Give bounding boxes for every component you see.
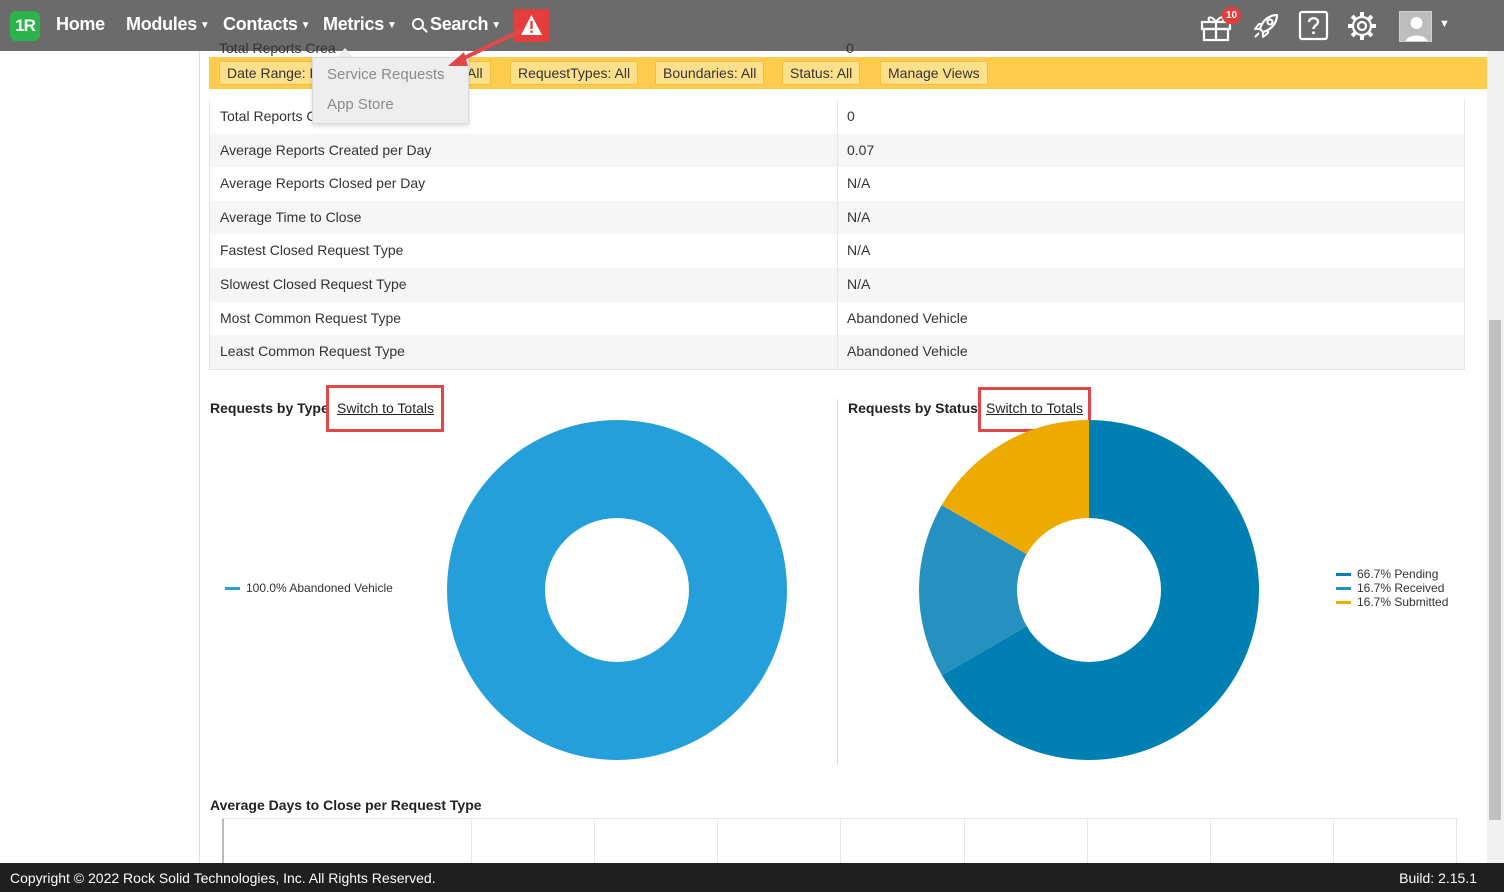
table-row: Slowest Closed Request Type N/A xyxy=(210,267,1464,302)
stat-value: Abandoned Vehicle xyxy=(847,309,968,326)
stat-value: Abandoned Vehicle xyxy=(847,343,968,360)
grid-line xyxy=(594,819,595,864)
avg-days-title: Average Days to Close per Request Type xyxy=(210,797,482,813)
stat-value-cut: 0 xyxy=(846,40,854,56)
chevron-down-icon: ▼ xyxy=(386,20,397,31)
table-row: Least Common Request Type Abandoned Vehic… xyxy=(210,335,1464,369)
legend-label: 16.7% Submitted xyxy=(1357,595,1449,609)
table-row: Average Time to Close N/A xyxy=(210,200,1464,235)
legend-item: 16.7% Received xyxy=(1336,581,1444,595)
stat-label: Slowest Closed Request Type xyxy=(210,267,838,302)
donut-hole xyxy=(1017,518,1161,662)
legend-swatch xyxy=(1336,586,1351,590)
filter-status[interactable]: Status: All xyxy=(782,61,861,85)
nav-metrics-label: Metrics xyxy=(323,14,384,34)
grid-line xyxy=(964,819,965,864)
legend-label: 100.0% Abandoned Vehicle xyxy=(246,581,393,595)
table-row: Most Common Request Type Abandoned Vehicl… xyxy=(210,301,1464,336)
search-icon xyxy=(412,18,424,30)
table-row: Average Reports Created per Day 0.07 xyxy=(210,133,1464,168)
gear-icon xyxy=(1348,12,1376,40)
avatar[interactable] xyxy=(1399,11,1432,42)
chevron-down-icon: ▼ xyxy=(300,20,311,31)
table-row: Fastest Closed Request Type N/A xyxy=(210,234,1464,268)
stat-value: 0 xyxy=(847,108,855,124)
panel-divider xyxy=(837,399,838,765)
nav-modules[interactable]: Modules ▼ xyxy=(126,14,210,35)
copyright-text: Copyright © 2022 Rock Solid Technologies… xyxy=(10,870,436,886)
chart-requests-by-status xyxy=(919,420,1259,760)
build-version: Build: 2.15.1 xyxy=(1399,870,1477,886)
highlight-box xyxy=(326,385,444,432)
stat-label: Average Time to Close xyxy=(210,200,838,235)
stat-value: N/A xyxy=(847,208,871,225)
grid-line xyxy=(717,819,718,864)
legend-swatch xyxy=(1336,600,1351,604)
legend-swatch xyxy=(1336,572,1351,576)
notification-badge: 10 xyxy=(1222,7,1241,24)
nav-modules-label: Modules xyxy=(126,14,197,34)
legend-label: 66.7% Pending xyxy=(1357,567,1439,581)
chevron-down-icon[interactable]: ▼ xyxy=(1439,18,1450,30)
stat-label: Fastest Closed Request Type xyxy=(210,234,838,268)
grid-line xyxy=(471,819,472,864)
grid-line xyxy=(1333,819,1334,864)
legend-label: 16.7% Received xyxy=(1357,581,1445,595)
legend-item: 66.7% Pending xyxy=(1336,567,1438,581)
dropdown-pointer xyxy=(337,48,353,57)
legend-item: 100.0% Abandoned Vehicle xyxy=(225,581,393,595)
menu-item-service-requests[interactable]: Service Requests xyxy=(327,66,445,83)
stat-label: Total Reports C xyxy=(210,100,838,134)
legend-item: 16.7% Submitted xyxy=(1336,595,1448,609)
donut-hole xyxy=(545,518,689,662)
help-button[interactable] xyxy=(1298,10,1329,46)
stat-value: 0.07 xyxy=(847,141,875,158)
legend-swatch xyxy=(225,586,240,590)
rocket-button[interactable] xyxy=(1250,10,1282,47)
stat-label: Average Reports Created per Day xyxy=(210,133,838,168)
filter-date-range[interactable]: Date Range: L xyxy=(219,61,327,85)
grid-line xyxy=(1210,819,1211,864)
avg-days-chart-grid xyxy=(222,818,1458,864)
help-icon xyxy=(1298,10,1329,41)
app-logo[interactable]: 1R xyxy=(10,11,40,41)
chart-title-by-type: Requests by Type xyxy=(210,400,329,416)
stat-label: Most Common Request Type xyxy=(210,301,838,336)
grid-line xyxy=(1087,819,1088,864)
stat-value: N/A xyxy=(847,275,871,292)
nav-contacts[interactable]: Contacts ▼ xyxy=(223,14,311,35)
stats-table: Total Reports C 0 Average Reports Created… xyxy=(209,100,1465,370)
app-window: 1R Home Modules ▼ Contacts ▼ Metrics ▼ Sear… xyxy=(0,0,1504,892)
y-axis-line xyxy=(222,819,224,864)
nav-home-label: Home xyxy=(56,14,105,34)
filter-boundaries[interactable]: Boundaries: All xyxy=(655,61,765,85)
settings-button[interactable] xyxy=(1346,10,1378,47)
stat-value: N/A xyxy=(847,175,871,192)
chart-requests-by-type xyxy=(447,420,787,760)
nav-metrics[interactable]: Metrics ▼ xyxy=(323,14,397,35)
nav-home[interactable]: Home xyxy=(56,14,105,35)
stat-label: Least Common Request Type xyxy=(210,335,838,369)
stat-label-cut: Total Reports Crea xyxy=(219,40,336,56)
user-icon xyxy=(1400,12,1431,41)
grid-line xyxy=(840,819,841,864)
stat-label: Average Reports Closed per Day xyxy=(210,167,838,201)
grid-line xyxy=(1456,819,1457,864)
nav-contacts-label: Contacts xyxy=(223,14,298,34)
chevron-down-icon: ▼ xyxy=(199,20,210,31)
content-border xyxy=(199,51,200,863)
annotation-arrow xyxy=(448,29,522,66)
footer: Copyright © 2022 Rock Solid Technologies… xyxy=(0,863,1504,892)
scrollbar-thumb[interactable] xyxy=(1489,320,1501,820)
menu-item-app-store[interactable]: App Store xyxy=(327,96,394,113)
manage-views-button[interactable]: Manage Views xyxy=(880,61,988,85)
table-row: Average Reports Closed per Day N/A xyxy=(210,167,1464,201)
rocket-icon xyxy=(1254,13,1279,38)
stat-value: N/A xyxy=(847,242,871,259)
